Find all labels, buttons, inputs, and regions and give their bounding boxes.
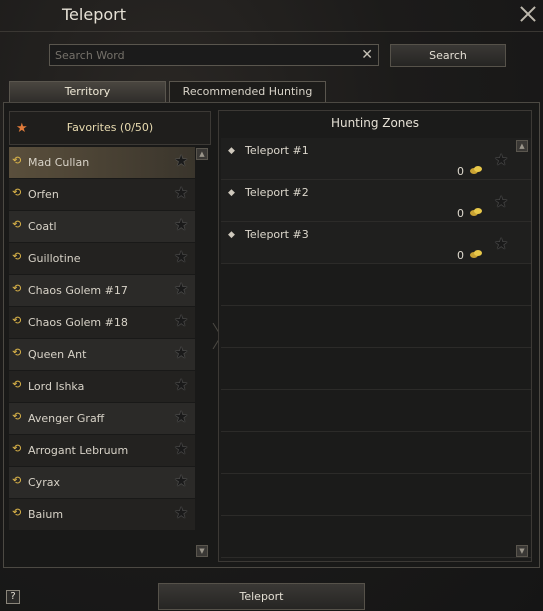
teleport-rune-icon: ⟲ — [12, 378, 22, 391]
tab-recommended-hunting-zone[interactable]: Recommended Hunting Zone — [169, 81, 326, 117]
territory-item[interactable]: ⟲ Guillotine ★ — [9, 243, 195, 274]
favorite-star-icon[interactable]: ★ — [174, 217, 188, 233]
territory-scroll-down-icon[interactable]: ▼ — [196, 545, 208, 557]
favorites-header[interactable]: ★ Favorites (0/50) — [9, 111, 211, 145]
territory-label: Coatl — [28, 220, 57, 233]
territory-label: Mad Cullan — [28, 156, 90, 169]
title-bar: Teleport — [0, 0, 543, 32]
territory-label: Baium — [28, 508, 64, 521]
empty-row — [221, 306, 531, 348]
bullet-icon: ◆ — [228, 230, 235, 240]
teleport-rune-icon: ⟲ — [12, 410, 22, 423]
teleport-rune-icon: ⟲ — [12, 282, 22, 295]
hunting-zone-item[interactable]: ◆ Teleport #1 0 ★ — [221, 138, 531, 180]
favorite-star-icon[interactable]: ★ — [174, 377, 188, 393]
teleport-rune-icon: ⟲ — [12, 506, 22, 519]
territory-item[interactable]: ⟲ Lord Ishka ★ — [9, 371, 195, 402]
favorite-star-icon[interactable]: ★ — [174, 409, 188, 425]
close-icon[interactable] — [518, 4, 538, 24]
empty-row — [221, 516, 531, 558]
favorite-star-icon[interactable]: ★ — [174, 441, 188, 457]
hunting-zone-name: Teleport #2 — [245, 186, 309, 199]
tab-territory[interactable]: Territory — [9, 81, 166, 102]
territory-item[interactable]: ⟲ Coatl ★ — [9, 211, 195, 242]
territory-item[interactable]: ⟲ Chaos Golem #17 ★ — [9, 275, 195, 306]
territory-item[interactable]: ⟲ Avenger Graff ★ — [9, 403, 195, 434]
empty-row — [221, 348, 531, 390]
bullet-icon: ◆ — [228, 146, 235, 156]
teleport-rune-icon: ⟲ — [12, 474, 22, 487]
hunting-zone-item[interactable]: ◆ Teleport #3 0 ★ — [221, 222, 531, 264]
teleport-button[interactable]: Teleport — [158, 583, 365, 610]
hunting-zone-name: Teleport #1 — [245, 144, 309, 157]
territory-label: Chaos Golem #18 — [28, 316, 128, 329]
hunting-zone-scroll-up-icon[interactable]: ▲ — [516, 140, 528, 152]
teleport-rune-icon: ⟲ — [12, 442, 22, 455]
territory-scroll-up-icon[interactable]: ▲ — [196, 148, 208, 160]
territory-item[interactable]: ⟲ Mad Cullan ★ — [9, 147, 195, 178]
search-button[interactable]: Search — [390, 44, 506, 67]
teleport-cost: 0 — [457, 249, 464, 262]
territory-label: Guillotine — [28, 252, 81, 265]
favorite-star-icon[interactable]: ★ — [174, 249, 188, 265]
territory-item[interactable]: ⟲ Chaos Golem #18 ★ — [9, 307, 195, 338]
teleport-window: Teleport ✕ Search Territory Recommended … — [0, 0, 543, 611]
teleport-rune-icon: ⟲ — [12, 218, 22, 231]
empty-row — [221, 432, 531, 474]
territory-label: Lord Ishka — [28, 380, 85, 393]
territory-item[interactable]: ⟲ Arrogant Lebruum ★ — [9, 435, 195, 466]
empty-row — [221, 264, 531, 306]
territory-label: Orfen — [28, 188, 59, 201]
hunting-zone-name: Teleport #3 — [245, 228, 309, 241]
favorite-star-icon[interactable]: ★ — [174, 505, 188, 521]
search-input[interactable] — [50, 45, 360, 65]
hunting-zone-scroll-down-icon[interactable]: ▼ — [516, 545, 528, 557]
territory-item[interactable]: ⟲ Queen Ant ★ — [9, 339, 195, 370]
favorite-star-icon[interactable]: ★ — [174, 281, 188, 297]
territory-label: Avenger Graff — [28, 412, 105, 425]
teleport-rune-icon: ⟲ — [12, 186, 22, 199]
territory-item[interactable]: ⟲ Cyrax ★ — [9, 467, 195, 498]
empty-row — [221, 390, 531, 432]
teleport-cost: 0 — [457, 207, 464, 220]
teleport-cost: 0 — [457, 165, 464, 178]
window-title: Teleport — [62, 5, 126, 24]
favorite-star-icon[interactable]: ★ — [494, 194, 508, 210]
clear-search-icon[interactable]: ✕ — [361, 46, 373, 64]
territory-item[interactable]: ⟲ Orfen ★ — [9, 179, 195, 210]
territory-item[interactable]: ⟲ Baium ★ — [9, 499, 195, 530]
help-button[interactable]: ? — [6, 590, 20, 604]
hunting-zones-title: Hunting Zones — [330, 116, 420, 130]
territory-label: Cyrax — [28, 476, 60, 489]
territory-label: Chaos Golem #17 — [28, 284, 128, 297]
favorite-star-icon[interactable]: ★ — [174, 153, 188, 169]
favorites-label: Favorites (0/50) — [66, 121, 154, 134]
title-divider — [0, 31, 543, 32]
teleport-rune-icon: ⟲ — [12, 314, 22, 327]
search-box: ✕ — [49, 44, 379, 66]
adena-coin-icon — [470, 166, 482, 174]
teleport-rune-icon: ⟲ — [12, 250, 22, 263]
empty-row — [221, 474, 531, 516]
adena-coin-icon — [470, 250, 482, 258]
favorite-star-icon[interactable]: ★ — [174, 345, 188, 361]
favorite-star-icon[interactable]: ★ — [494, 236, 508, 252]
teleport-rune-icon: ⟲ — [12, 346, 22, 359]
adena-coin-icon — [470, 208, 482, 216]
favorite-star-icon[interactable]: ★ — [174, 473, 188, 489]
favorite-star-icon[interactable]: ★ — [494, 152, 508, 168]
hunting-zone-item[interactable]: ◆ Teleport #2 0 ★ — [221, 180, 531, 222]
teleport-rune-icon: ⟲ — [12, 154, 22, 167]
bullet-icon: ◆ — [228, 188, 235, 198]
territory-label: Queen Ant — [28, 348, 87, 361]
territory-label: Arrogant Lebruum — [28, 444, 129, 457]
favorite-star-icon[interactable]: ★ — [174, 185, 188, 201]
favorite-star-icon[interactable]: ★ — [174, 313, 188, 329]
